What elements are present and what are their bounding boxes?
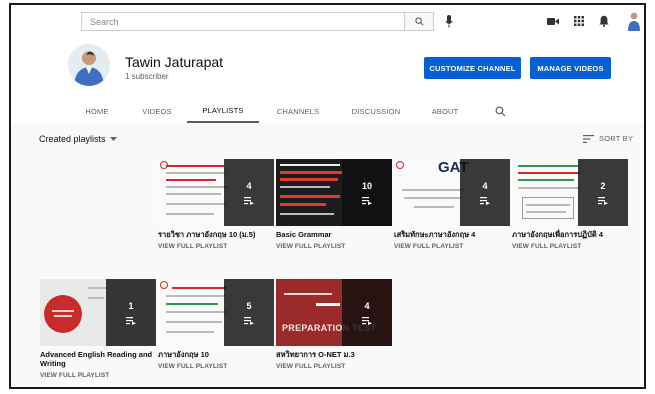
playlist-icon xyxy=(244,316,254,325)
playlist-thumbnail[interactable]: PREPARATION TEST 4 xyxy=(276,279,392,346)
sort-icon xyxy=(583,134,594,143)
playlist-count-overlay: 4 xyxy=(460,159,510,226)
microphone-icon xyxy=(445,15,453,28)
playlist-icon xyxy=(362,196,372,205)
sort-by-label: SORT BY xyxy=(599,134,634,143)
playlist-title[interactable]: ภาษาอังกฤษ 10 xyxy=(158,350,274,359)
playlist-thumbnail[interactable]: 10 xyxy=(276,159,392,226)
apps-grid-icon xyxy=(574,16,584,26)
video-count: 10 xyxy=(361,180,372,191)
playlist-title[interactable]: Basic Grammar xyxy=(276,230,392,239)
channel-search-button[interactable] xyxy=(495,104,509,118)
playlist-card[interactable]: PREPARATION TEST 4 สหวิทยาการ O-NET ม.3 … xyxy=(276,279,392,370)
playlist-count-overlay: 10 xyxy=(342,159,392,226)
playlist-title[interactable]: Advanced English Reading and Writing xyxy=(40,350,156,368)
playlist-card[interactable]: 2 ภาษาอังกฤษเพื่อการปฏิบัติ 4 VIEW FULL … xyxy=(512,159,628,250)
sort-by-button[interactable]: SORT BY xyxy=(583,134,633,143)
view-full-playlist-link[interactable]: VIEW FULL PLAYLIST xyxy=(276,363,392,370)
channel-avatar[interactable] xyxy=(68,44,110,86)
playlist-card[interactable]: 5 ภาษาอังกฤษ 10 VIEW FULL PLAYLIST xyxy=(158,279,274,370)
playlist-title[interactable]: รายวิชา ภาษาอังกฤษ 10 (ม.5) xyxy=(158,230,274,239)
user-avatar-icon xyxy=(628,12,640,31)
playlist-icon xyxy=(480,196,490,205)
channel-avatar-icon xyxy=(68,44,110,86)
manage-videos-button[interactable]: MANAGE VIDEOS xyxy=(530,57,611,79)
playlist-icon xyxy=(362,316,372,325)
video-count: 2 xyxy=(600,180,606,191)
view-full-playlist-link[interactable]: VIEW FULL PLAYLIST xyxy=(512,243,628,250)
channel-tabs: HOME VIDEOS PLAYLISTS CHANNELS DISCUSSIO… xyxy=(11,100,644,123)
masthead: Search xyxy=(11,5,644,37)
account-avatar-button[interactable] xyxy=(627,11,641,31)
playlist-card[interactable]: 4 รายวิชา ภาษาอังกฤษ 10 (ม.5) VIEW FULL … xyxy=(158,159,274,250)
playlist-icon xyxy=(598,196,608,205)
view-full-playlist-link[interactable]: VIEW FULL PLAYLIST xyxy=(40,372,156,379)
video-count: 1 xyxy=(128,300,134,311)
video-count: 4 xyxy=(482,180,488,191)
video-count: 4 xyxy=(364,300,370,311)
playlist-title[interactable]: เสริมทักษะภาษาอังกฤษ 4 xyxy=(394,230,510,239)
caret-down-icon xyxy=(109,136,117,141)
bell-icon xyxy=(599,15,609,27)
youtube-window: Search Tawin Jaturapat 1 subscriber CUST… xyxy=(9,3,646,389)
playlist-thumbnail[interactable]: 5 xyxy=(158,279,274,346)
playlist-card[interactable]: GAT 4 เสริมทักษะภาษาอังกฤษ 4 VIEW FULL P… xyxy=(394,159,510,250)
view-full-playlist-link[interactable]: VIEW FULL PLAYLIST xyxy=(394,243,510,250)
video-count: 4 xyxy=(246,180,252,191)
channel-header: Tawin Jaturapat 1 subscriber CUSTOMIZE C… xyxy=(11,37,644,123)
playlist-icon xyxy=(244,196,254,205)
video-count: 5 xyxy=(246,300,252,311)
playlist-count-overlay: 4 xyxy=(224,159,274,226)
tab-playlists[interactable]: PLAYLISTS xyxy=(187,100,259,123)
view-full-playlist-link[interactable]: VIEW FULL PLAYLIST xyxy=(158,243,274,250)
customize-channel-button[interactable]: CUSTOMIZE CHANNEL xyxy=(424,57,521,79)
create-video-button[interactable] xyxy=(546,14,560,28)
playlist-title[interactable]: ภาษาอังกฤษเพื่อการปฏิบัติ 4 xyxy=(512,230,628,239)
tab-channels[interactable]: CHANNELS xyxy=(272,100,324,123)
tab-home[interactable]: HOME xyxy=(77,100,117,123)
view-full-playlist-link[interactable]: VIEW FULL PLAYLIST xyxy=(276,243,392,250)
voice-search-button[interactable] xyxy=(442,13,456,30)
playlist-thumbnail[interactable]: 4 xyxy=(158,159,274,226)
notifications-button[interactable] xyxy=(597,14,611,28)
playlist-card[interactable]: 10 Basic Grammar VIEW FULL PLAYLIST xyxy=(276,159,392,250)
playlist-title[interactable]: สหวิทยาการ O-NET ม.3 xyxy=(276,350,392,359)
search-button[interactable] xyxy=(404,12,434,31)
playlist-thumbnail[interactable]: GAT 4 xyxy=(394,159,510,226)
created-playlists-dropdown[interactable]: Created playlists xyxy=(39,134,117,144)
section-title: Created playlists xyxy=(39,134,106,144)
search-icon xyxy=(414,17,423,26)
search-input[interactable]: Search xyxy=(81,12,404,31)
tab-discussion[interactable]: DISCUSSION xyxy=(347,100,405,123)
playlist-thumbnail[interactable]: 2 xyxy=(512,159,628,226)
playlist-count-overlay: 5 xyxy=(224,279,274,346)
view-full-playlist-link[interactable]: VIEW FULL PLAYLIST xyxy=(158,363,274,370)
subscriber-count: 1 subscriber xyxy=(125,72,169,81)
tab-about[interactable]: ABOUT xyxy=(425,100,465,123)
channel-name: Tawin Jaturapat xyxy=(125,54,224,70)
playlist-icon xyxy=(126,316,136,325)
playlist-count-overlay: 2 xyxy=(578,159,628,226)
search-icon xyxy=(495,106,506,117)
playlist-count-overlay: 1 xyxy=(106,279,156,346)
playlist-thumbnail[interactable]: 1 xyxy=(40,279,156,346)
video-camera-icon xyxy=(547,17,559,25)
apps-button[interactable] xyxy=(572,14,586,28)
playlist-card[interactable]: 1 Advanced English Reading and Writing V… xyxy=(40,279,156,379)
playlist-count-overlay: 4 xyxy=(342,279,392,346)
tab-videos[interactable]: VIDEOS xyxy=(135,100,179,123)
